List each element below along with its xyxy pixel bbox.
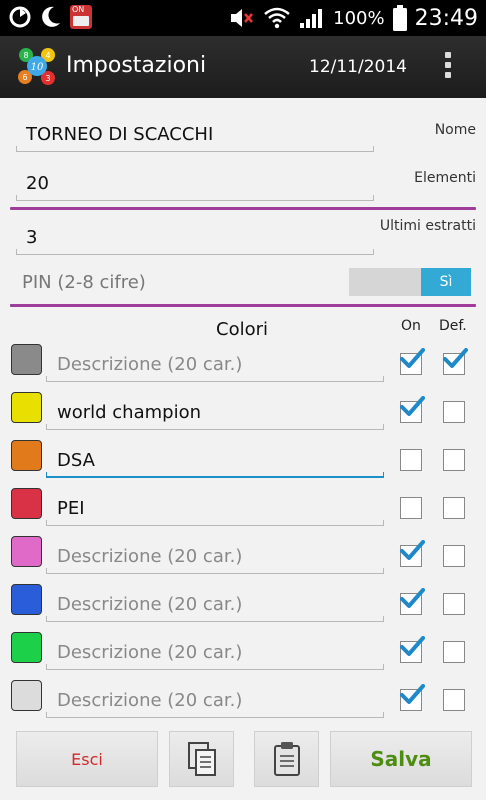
pin-field[interactable]: PIN (2-8 cifre) [22, 272, 146, 293]
color-default-checkbox[interactable] [443, 497, 465, 519]
color-default-checkbox[interactable] [443, 641, 465, 663]
app-notification-icon: ON [70, 5, 92, 29]
logo-number-4: 4 [45, 51, 50, 60]
color-default-checkbox[interactable] [443, 545, 465, 567]
ultimi-estratti-field[interactable]: 3 [16, 219, 374, 255]
color-description-text: Descrizione (20 car.) [57, 546, 243, 567]
checkmark-icon [400, 636, 425, 656]
color-row: world champion [0, 388, 486, 436]
color-description-text: Descrizione (20 car.) [57, 594, 243, 615]
color-on-checkbox[interactable] [400, 348, 425, 375]
header-date: 12/11/2014 [309, 57, 407, 77]
page-title: Impostazioni [66, 53, 207, 78]
color-on-checkbox[interactable] [400, 497, 422, 519]
checkmark-icon [443, 348, 468, 368]
elementi-value: 20 [26, 173, 49, 194]
mute-icon [231, 9, 254, 27]
color-row: Descrizione (20 car.) [0, 532, 486, 580]
color-description-text: Descrizione (20 car.) [57, 642, 243, 663]
color-swatch[interactable] [11, 440, 42, 471]
color-on-checkbox[interactable] [400, 684, 425, 711]
app-logo-icon: 8 4 10 6 3 [18, 48, 55, 85]
color-description-input[interactable]: Descrizione (20 car.) [46, 538, 384, 574]
ultimi-estratti-value: 3 [26, 227, 38, 248]
separator [10, 304, 476, 307]
checkmark-icon [400, 540, 425, 560]
color-default-checkbox[interactable] [443, 348, 468, 375]
paste-button[interactable] [254, 731, 319, 787]
color-on-checkbox[interactable] [400, 396, 425, 423]
copy-icon [187, 742, 216, 776]
logo-number-6: 6 [22, 73, 27, 82]
checkmark-icon [400, 684, 425, 704]
ultimi-estratti-label: Ultimi estratti [379, 218, 476, 234]
color-row: Descrizione (20 car.) [0, 628, 486, 676]
checkmark-icon [400, 588, 425, 608]
elementi-field[interactable]: 20 [16, 165, 374, 201]
overflow-menu-icon[interactable] [441, 50, 455, 84]
color-swatch[interactable] [11, 344, 42, 375]
action-bar: 8 4 10 6 3 Impostazioni 12/11/2014 [0, 36, 486, 98]
nome-field[interactable]: TORNEO DI SCACCHI [16, 116, 374, 152]
color-row: Descrizione (20 car.) [0, 580, 486, 628]
color-description-input[interactable]: Descrizione (20 car.) [46, 346, 384, 382]
color-row: Descrizione (20 car.) [0, 340, 486, 388]
signal-icon [300, 9, 323, 28]
color-default-checkbox[interactable] [443, 401, 465, 423]
default-column-header: Def. [439, 318, 467, 334]
color-description-input[interactable]: PEI [46, 490, 384, 526]
wifi-icon [264, 7, 290, 29]
elementi-label: Elementi [414, 170, 476, 186]
pin-toggle-on: Sì [421, 268, 471, 296]
color-swatch[interactable] [11, 632, 42, 663]
color-row: Descrizione (20 car.) [0, 676, 486, 724]
checkmark-icon [400, 396, 425, 416]
color-on-checkbox[interactable] [400, 540, 425, 567]
color-description-input[interactable]: Descrizione (20 car.) [46, 682, 384, 718]
copy-button[interactable] [169, 731, 234, 787]
color-swatch[interactable] [11, 488, 42, 519]
clock: 23:49 [414, 5, 478, 31]
color-description-input[interactable]: Descrizione (20 car.) [46, 586, 384, 622]
color-description-input[interactable]: Descrizione (20 car.) [46, 634, 384, 670]
pin-toggle[interactable]: Sì [349, 268, 471, 296]
color-swatch[interactable] [11, 584, 42, 615]
battery-icon [392, 5, 407, 31]
colors-heading: Colori [216, 319, 268, 340]
exit-button[interactable]: Esci [16, 731, 158, 787]
clipboard-icon [273, 742, 300, 776]
logo-number-8: 8 [23, 51, 28, 60]
checkmark-icon [400, 348, 425, 368]
color-swatch[interactable] [11, 536, 42, 567]
nome-label: Nome [434, 122, 476, 138]
moon-icon [42, 6, 60, 27]
on-column-header: On [401, 318, 421, 334]
color-on-checkbox[interactable] [400, 636, 425, 663]
color-description-text: Descrizione (20 car.) [57, 354, 243, 375]
logo-number-3: 3 [45, 74, 50, 83]
color-description-text: Descrizione (20 car.) [57, 690, 243, 711]
status-bar: ON 100% 23:49 [0, 0, 486, 36]
color-on-checkbox[interactable] [400, 449, 422, 471]
color-swatch[interactable] [11, 680, 42, 711]
color-on-checkbox[interactable] [400, 588, 425, 615]
nome-value: TORNEO DI SCACCHI [26, 124, 214, 145]
color-default-checkbox[interactable] [443, 593, 465, 615]
color-description-text: PEI [57, 498, 85, 519]
color-row: DSA [0, 436, 486, 484]
logo-number-10: 10 [31, 62, 44, 73]
cloud-sync-icon [9, 6, 31, 28]
color-swatch[interactable] [11, 392, 42, 423]
color-default-checkbox[interactable] [443, 449, 465, 471]
color-description-input[interactable]: world champion [46, 394, 384, 430]
color-default-checkbox[interactable] [443, 689, 465, 711]
battery-percent: 100% [333, 7, 385, 29]
on-badge: ON [72, 5, 85, 14]
save-button[interactable]: Salva [330, 731, 472, 787]
separator [10, 207, 476, 210]
color-row: PEI [0, 484, 486, 532]
color-description-input[interactable]: DSA [46, 442, 384, 478]
color-description-text: DSA [57, 450, 95, 471]
color-description-text: world champion [57, 402, 201, 423]
